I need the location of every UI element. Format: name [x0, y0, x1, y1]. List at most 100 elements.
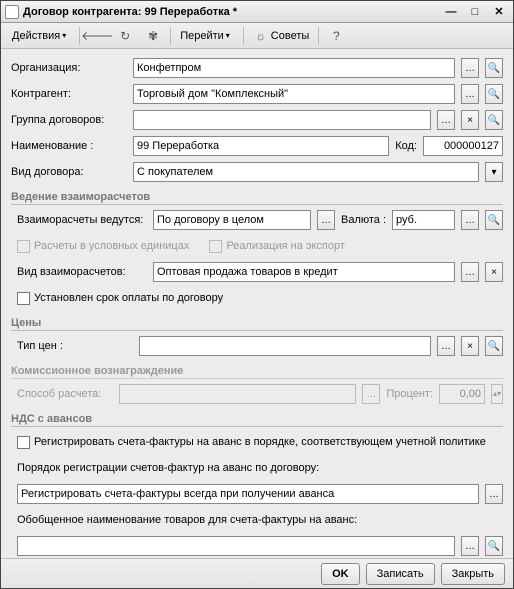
open-button[interactable]: 🔍 — [485, 58, 503, 78]
separator — [318, 27, 319, 45]
currency-label: Валюта : — [341, 214, 386, 226]
select-button[interactable]: … — [461, 536, 479, 556]
magnifier-icon: 🔍 — [488, 541, 500, 552]
settle-by-label: Взаиморасчеты ведутся: — [17, 214, 147, 226]
checkbox-icon — [17, 436, 30, 449]
name-label: Наименование : — [11, 140, 127, 152]
clear-button[interactable]: × — [461, 110, 479, 130]
actions-menu[interactable]: Действия ▾ — [7, 26, 75, 46]
help-button[interactable]: ? — [323, 26, 349, 46]
select-button[interactable]: … — [461, 210, 479, 230]
goto-menu-label: Перейти — [180, 30, 224, 42]
separator — [79, 27, 80, 45]
select-button[interactable]: … — [437, 336, 455, 356]
magnifier-icon: 🔍 — [488, 89, 500, 100]
select-button: … — [362, 384, 380, 404]
window-title: Договор контрагента: 99 Переработка * — [23, 6, 437, 18]
advice-icon: ☼ — [253, 28, 269, 44]
chevron-down-icon: ▾ — [226, 31, 234, 40]
settle-kind-input[interactable]: Оптовая продажа товаров в кредит — [153, 262, 455, 282]
tree-button[interactable]: ✾ — [140, 26, 166, 46]
close-button[interactable]: Закрыть — [441, 563, 505, 585]
help-icon: ? — [328, 28, 344, 44]
section-vat: НДС с авансов — [11, 413, 503, 427]
magnifier-icon: 🔍 — [488, 341, 500, 352]
currency-input[interactable]: руб. — [392, 210, 455, 230]
maximize-button[interactable]: □ — [465, 4, 485, 20]
vat-genname-input[interactable] — [17, 536, 455, 556]
open-button[interactable]: 🔍 — [485, 536, 503, 556]
advice-button[interactable]: ☼ Советы — [248, 26, 314, 46]
checkbox-icon — [17, 292, 30, 305]
chevron-down-icon: ▾ — [62, 31, 70, 40]
select-button[interactable]: … — [317, 210, 335, 230]
comm-pct-label: Процент: — [386, 388, 433, 400]
open-button[interactable]: 🔍 — [485, 210, 503, 230]
close-window-button[interactable]: ✕ — [489, 4, 509, 20]
select-button[interactable]: … — [437, 110, 455, 130]
comm-method-input — [119, 384, 356, 404]
comm-method-label: Способ расчета: — [17, 388, 113, 400]
contragent-label: Контрагент: — [11, 88, 127, 100]
pricetype-input[interactable] — [139, 336, 431, 356]
window-icon — [5, 5, 19, 19]
section-settlements: Ведение взаиморасчетов — [11, 191, 503, 205]
tree-icon: ✾ — [145, 28, 161, 44]
goto-menu[interactable]: Перейти ▾ — [175, 26, 239, 46]
open-button[interactable]: 🔍 — [485, 110, 503, 130]
comm-pct-input: 0,00 — [439, 384, 485, 404]
name-input[interactable]: 99 Переработка — [133, 136, 389, 156]
select-button[interactable]: … — [461, 262, 479, 282]
org-label: Организация: — [11, 62, 127, 74]
refresh-button[interactable]: ↻ — [112, 26, 138, 46]
group-input[interactable] — [133, 110, 431, 130]
clear-button[interactable]: × — [461, 336, 479, 356]
payterm-checkbox[interactable]: Установлен срок оплаты по договору — [17, 292, 223, 305]
pricetype-label: Тип цен : — [17, 340, 133, 352]
magnifier-icon: 🔍 — [488, 215, 500, 226]
advice-label: Советы — [271, 30, 309, 42]
kind-select[interactable]: С покупателем — [133, 162, 479, 182]
arrow-left-icon: 🡐 — [89, 28, 105, 44]
minimize-button[interactable]: — — [441, 4, 461, 20]
dropdown-button[interactable]: ▾ — [485, 162, 503, 182]
section-commission: Комиссионное вознаграждение — [11, 365, 503, 379]
group-label: Группа договоров: — [11, 114, 127, 126]
section-prices: Цены — [11, 317, 503, 331]
select-button[interactable]: … — [485, 484, 503, 504]
settle-by-select[interactable]: По договору в целом — [153, 210, 311, 230]
title-bar: Договор контрагента: 99 Переработка * — … — [1, 1, 513, 23]
open-button[interactable]: 🔍 — [485, 84, 503, 104]
toolbar: Действия ▾ 🡐 ↻ ✾ Перейти ▾ ☼ Советы ? — [1, 23, 513, 49]
footer: OK Записать Закрыть — [1, 558, 513, 588]
checkbox-icon — [209, 240, 222, 253]
form-body: Организация: Конфетпром … 🔍 Контрагент: … — [1, 49, 513, 558]
vat-reg-checkbox[interactable]: Регистрировать счета-фактуры на аванс в … — [17, 436, 486, 449]
back-button[interactable]: 🡐 — [84, 26, 110, 46]
select-button[interactable]: … — [461, 84, 479, 104]
contragent-input[interactable]: Торговый дом "Комплексный" — [133, 84, 455, 104]
units-checkbox: Расчеты в условных единицах — [17, 240, 189, 253]
separator — [170, 27, 171, 45]
checkbox-icon — [17, 240, 30, 253]
stepper: ▴▾ — [491, 384, 503, 404]
code-input[interactable]: 000000127 — [423, 136, 503, 156]
refresh-icon: ↻ — [117, 28, 133, 44]
magnifier-icon: 🔍 — [488, 63, 500, 74]
export-checkbox: Реализация на экспорт — [209, 240, 345, 253]
org-input[interactable]: Конфетпром — [133, 58, 455, 78]
kind-label: Вид договора: — [11, 166, 127, 178]
magnifier-icon: 🔍 — [488, 115, 500, 126]
open-button[interactable]: 🔍 — [485, 336, 503, 356]
vat-genname-label: Обобщенное наименование товаров для счет… — [17, 514, 357, 526]
ok-button[interactable]: OK — [321, 563, 360, 585]
vat-order-label: Порядок регистрации счетов-фактур на ава… — [17, 462, 319, 474]
select-button[interactable]: … — [461, 58, 479, 78]
save-button[interactable]: Записать — [366, 563, 435, 585]
code-label: Код: — [395, 140, 417, 152]
actions-menu-label: Действия — [12, 30, 60, 42]
clear-button[interactable]: × — [485, 262, 503, 282]
vat-order-input[interactable]: Регистрировать счета-фактуры всегда при … — [17, 484, 479, 504]
separator — [243, 27, 244, 45]
settle-kind-label: Вид взаиморасчетов: — [17, 266, 147, 278]
